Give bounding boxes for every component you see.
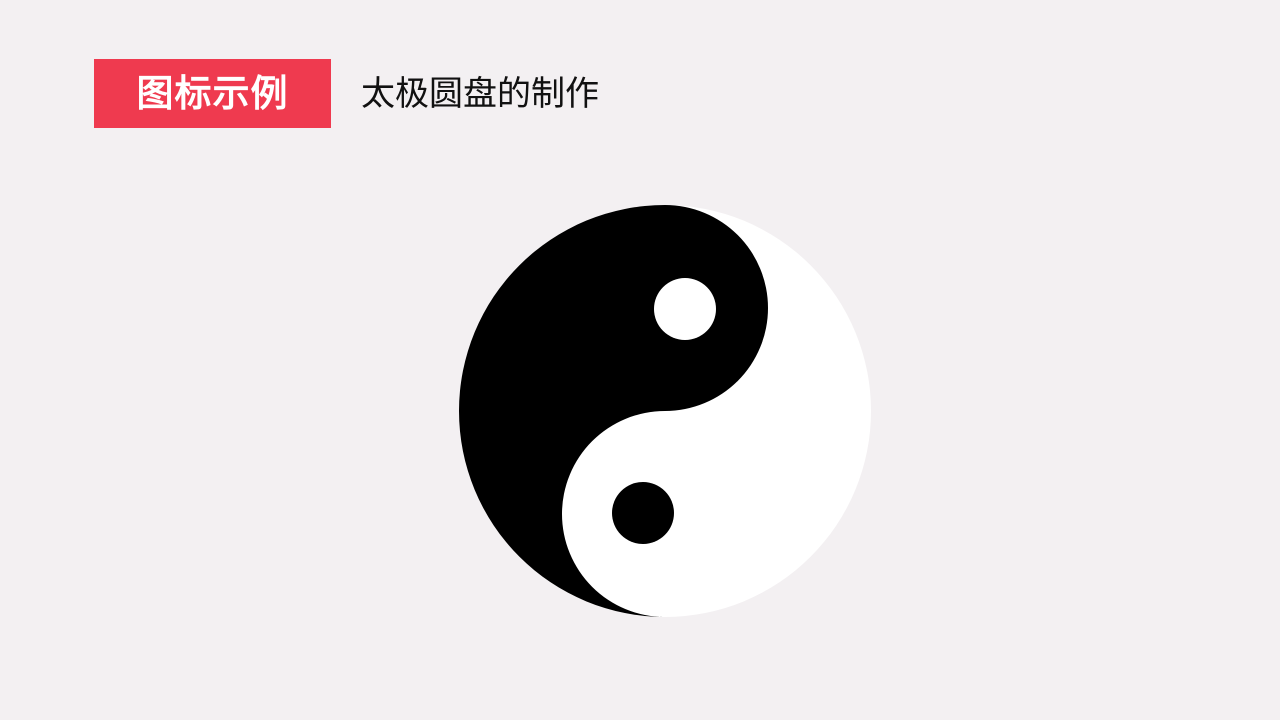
yin-dot <box>612 482 674 544</box>
title-badge: 图标示例 <box>94 59 331 128</box>
yin-yang-icon <box>459 205 871 617</box>
badge-label: 图标示例 <box>136 72 289 115</box>
taiji-disc <box>456 202 874 620</box>
page-subtitle: 太极圆盘的制作 <box>361 74 599 114</box>
yang-dot <box>654 278 716 340</box>
